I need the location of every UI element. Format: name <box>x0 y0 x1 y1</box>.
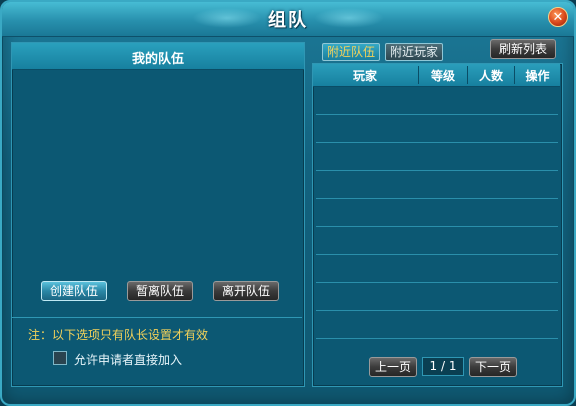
pause-team-button[interactable]: 暂离队伍 <box>127 281 193 301</box>
row-divider <box>316 338 558 339</box>
auto-join-checkbox[interactable] <box>53 351 67 365</box>
row-divider <box>316 310 558 311</box>
tab-nearby-teams[interactable]: 附近队伍 <box>322 43 380 61</box>
my-team-title: 我的队伍 <box>131 52 184 67</box>
column-level: 等级 <box>430 69 455 83</box>
window-title: 组队 <box>268 10 308 31</box>
column-action: 操作 <box>525 69 550 83</box>
page-indicator: 1 / 1 <box>422 357 464 376</box>
leave-team-button[interactable]: 离开队伍 <box>213 281 279 301</box>
leader-settings-note: 注：以下选项只有队长设置才有效 <box>28 328 209 342</box>
row-divider <box>316 114 558 115</box>
row-divider <box>316 254 558 255</box>
close-button[interactable]: ✕ <box>548 7 568 27</box>
next-page-button[interactable]: 下一页 <box>469 357 517 377</box>
row-divider <box>316 198 558 199</box>
my-team-header: 我的队伍 <box>12 43 304 70</box>
auto-join-label[interactable]: 允许申请者直接加入 <box>74 351 182 368</box>
left-panel-divider <box>12 317 302 318</box>
row-divider <box>316 170 558 171</box>
column-player: 玩家 <box>352 69 377 83</box>
row-divider <box>316 282 558 283</box>
prev-page-button[interactable]: 上一页 <box>369 357 417 377</box>
tab-nearby-players[interactable]: 附近玩家 <box>385 43 443 61</box>
close-icon: ✕ <box>552 10 564 25</box>
refresh-list-button[interactable]: 刷新列表 <box>490 39 556 59</box>
row-divider <box>316 142 558 143</box>
title-bar[interactable]: 组队 ✕ <box>2 2 574 37</box>
row-divider <box>316 226 558 227</box>
list-table-header: 玩家 等级 人数 操作 <box>313 64 560 87</box>
column-members: 人数 <box>478 69 503 83</box>
create-team-button[interactable]: 创建队伍 <box>41 281 107 301</box>
